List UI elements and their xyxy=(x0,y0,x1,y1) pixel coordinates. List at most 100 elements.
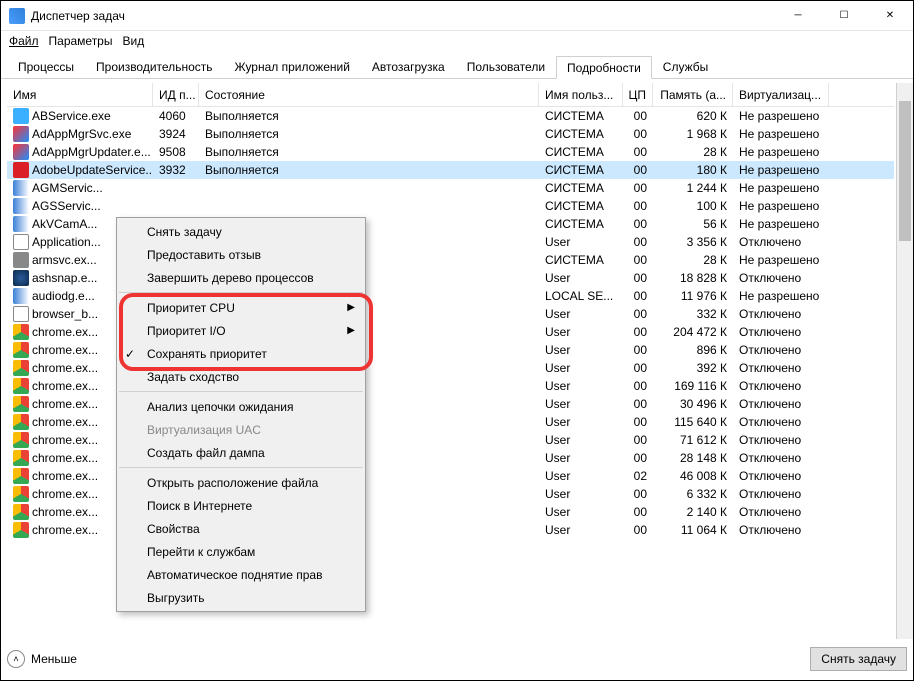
cell-pid: 3924 xyxy=(153,127,199,141)
statusbar: ˄ Меньше Снять задачу xyxy=(7,644,907,674)
table-row[interactable]: ABService.exe4060ВыполняетсяСИСТЕМА00620… xyxy=(7,107,894,125)
process-icon xyxy=(13,144,29,160)
cell-mem: 11 976 К xyxy=(653,289,733,303)
cell-user: LOCAL SE... xyxy=(539,289,623,303)
tab-2[interactable]: Журнал приложений xyxy=(224,55,361,78)
cell-virt: Отключено xyxy=(733,361,829,375)
cell-name: chrome.ex... xyxy=(32,523,98,537)
cell-user: User xyxy=(539,379,623,393)
menu-view[interactable]: Вид xyxy=(122,34,144,48)
menu-item[interactable]: Открыть расположение файла xyxy=(117,471,365,494)
end-task-button[interactable]: Снять задачу xyxy=(810,647,907,671)
cell-mem: 2 140 К xyxy=(653,505,733,519)
menu-item[interactable]: Автоматическое поднятие прав xyxy=(117,563,365,586)
menu-item[interactable]: Выгрузить xyxy=(117,586,365,609)
cell-name: Application... xyxy=(32,235,101,249)
process-icon xyxy=(13,108,29,124)
col-name[interactable]: Имя xyxy=(7,83,153,106)
minimize-button[interactable]: ─ xyxy=(775,1,821,31)
menu-item[interactable]: Свойства xyxy=(117,517,365,540)
table-row[interactable]: AdAppMgrSvc.exe3924ВыполняетсяСИСТЕМА001… xyxy=(7,125,894,143)
menu-item[interactable]: Приоритет I/O▶ xyxy=(117,319,365,342)
process-icon xyxy=(13,522,29,538)
table-row[interactable]: AdAppMgrUpdater.e...9508ВыполняетсяСИСТЕ… xyxy=(7,143,894,161)
chevron-right-icon: ▶ xyxy=(347,325,355,336)
cell-name: chrome.ex... xyxy=(32,487,98,501)
col-cpu[interactable]: ЦП xyxy=(623,83,653,106)
cell-cpu: 00 xyxy=(623,415,653,429)
fewer-details-button[interactable]: ˄ Меньше xyxy=(7,650,77,668)
col-virt[interactable]: Виртуализац... xyxy=(733,83,829,106)
process-icon xyxy=(13,468,29,484)
cell-virt: Не разрешено xyxy=(733,253,829,267)
menu-item[interactable]: Приоритет CPU▶ xyxy=(117,296,365,319)
cell-name: ABService.exe xyxy=(32,109,111,123)
menu-file[interactable]: Файл xyxy=(9,34,39,48)
cell-cpu: 00 xyxy=(623,505,653,519)
tab-5[interactable]: Подробности xyxy=(556,56,652,79)
tab-6[interactable]: Службы xyxy=(652,55,719,78)
menu-item[interactable]: Создать файл дампа xyxy=(117,441,365,464)
menu-item[interactable]: Поиск в Интернете xyxy=(117,494,365,517)
menu-item[interactable]: Предоставить отзыв xyxy=(117,243,365,266)
cell-name: chrome.ex... xyxy=(32,361,98,375)
menu-item[interactable]: Снять задачу xyxy=(117,220,365,243)
close-button[interactable]: ✕ xyxy=(867,1,913,31)
cell-mem: 18 828 К xyxy=(653,271,733,285)
maximize-button[interactable]: ☐ xyxy=(821,1,867,31)
cell-user: User xyxy=(539,505,623,519)
scrollbar[interactable] xyxy=(896,83,913,639)
cell-virt: Не разрешено xyxy=(733,109,829,123)
cell-cpu: 00 xyxy=(623,523,653,537)
menu-item[interactable]: Завершить дерево процессов xyxy=(117,266,365,289)
table-row[interactable]: AGSServic...СИСТЕМА00100 КНе разрешено xyxy=(7,197,894,215)
menu-item-label: Предоставить отзыв xyxy=(147,248,261,262)
col-user[interactable]: Имя польз... xyxy=(539,83,623,106)
tab-0[interactable]: Процессы xyxy=(7,55,85,78)
tab-3[interactable]: Автозагрузка xyxy=(361,55,456,78)
col-state[interactable]: Состояние xyxy=(199,83,539,106)
cell-pid: 9508 xyxy=(153,145,199,159)
process-icon xyxy=(13,450,29,466)
menu-item[interactable]: ✓Сохранять приоритет xyxy=(117,342,365,365)
cell-cpu: 00 xyxy=(623,199,653,213)
table-row[interactable]: AdobeUpdateService...3932ВыполняетсяСИСТ… xyxy=(7,161,894,179)
cell-mem: 71 612 К xyxy=(653,433,733,447)
cell-mem: 56 К xyxy=(653,217,733,231)
cell-virt: Не разрешено xyxy=(733,163,829,177)
process-icon xyxy=(13,162,29,178)
cell-virt: Отключено xyxy=(733,487,829,501)
menu-item[interactable]: Анализ цепочки ожидания xyxy=(117,395,365,418)
process-icon xyxy=(13,414,29,430)
table-row[interactable]: AGMServic...СИСТЕМА001 244 КНе разрешено xyxy=(7,179,894,197)
cell-user: User xyxy=(539,487,623,501)
menu-options[interactable]: Параметры xyxy=(49,34,113,48)
cell-user: User xyxy=(539,451,623,465)
col-mem[interactable]: Память (а... xyxy=(653,83,733,106)
cell-cpu: 00 xyxy=(623,343,653,357)
menu-item[interactable]: Задать сходство xyxy=(117,365,365,388)
tabbar: ПроцессыПроизводительностьЖурнал приложе… xyxy=(1,51,913,79)
cell-mem: 332 К xyxy=(653,307,733,321)
cell-mem: 180 К xyxy=(653,163,733,177)
process-icon xyxy=(13,486,29,502)
cell-user: СИСТЕМА xyxy=(539,163,623,177)
cell-mem: 1 244 К xyxy=(653,181,733,195)
cell-virt: Не разрешено xyxy=(733,199,829,213)
cell-mem: 28 К xyxy=(653,253,733,267)
menu-item-label: Сохранять приоритет xyxy=(147,347,267,361)
menu-item[interactable]: Перейти к службам xyxy=(117,540,365,563)
cell-user: User xyxy=(539,343,623,357)
cell-user: User xyxy=(539,271,623,285)
col-pid[interactable]: ИД п... xyxy=(153,83,199,106)
cell-virt: Отключено xyxy=(733,505,829,519)
tab-1[interactable]: Производительность xyxy=(85,55,223,78)
cell-virt: Отключено xyxy=(733,343,829,357)
cell-cpu: 00 xyxy=(623,127,653,141)
cell-cpu: 00 xyxy=(623,145,653,159)
scrollbar-thumb[interactable] xyxy=(899,101,911,241)
cell-user: User xyxy=(539,523,623,537)
tab-4[interactable]: Пользователи xyxy=(456,55,556,78)
cell-virt: Отключено xyxy=(733,379,829,393)
cell-mem: 30 496 К xyxy=(653,397,733,411)
